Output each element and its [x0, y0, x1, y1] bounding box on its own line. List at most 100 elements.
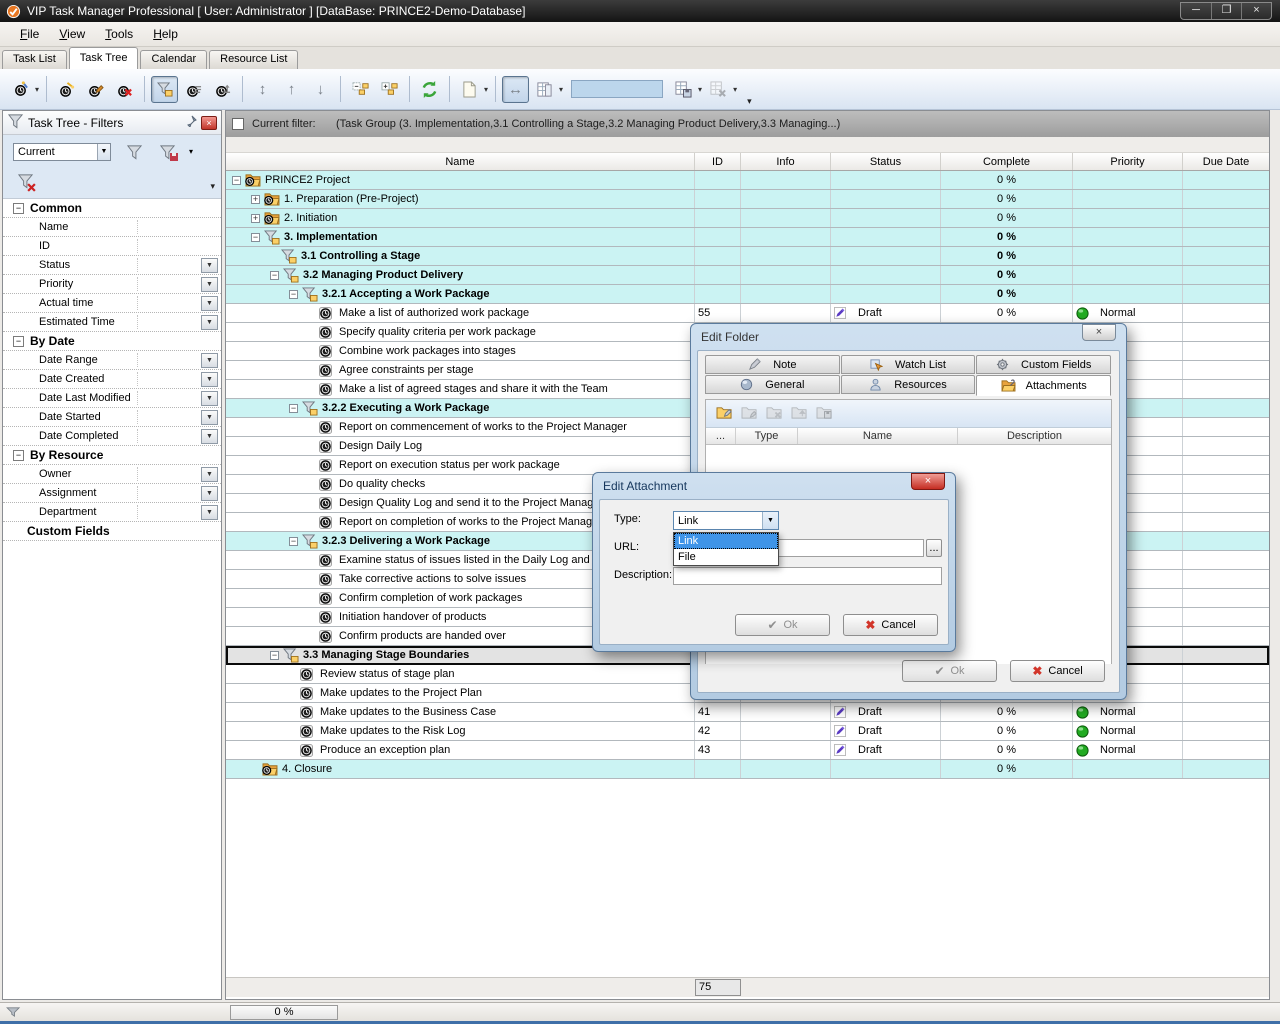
- edit-attachment-close-button[interactable]: ×: [911, 473, 945, 490]
- delete-task-button[interactable]: [111, 76, 138, 103]
- apply-filter-button[interactable]: [119, 138, 149, 166]
- column-header-priority[interactable]: Priority: [1073, 153, 1183, 170]
- dialog-tab-general[interactable]: General: [705, 375, 840, 394]
- filter-preset-combo[interactable]: Current ▼: [13, 143, 111, 161]
- task-notes-button[interactable]: [180, 76, 207, 103]
- collapse-expander[interactable]: −: [289, 290, 298, 299]
- chevron-down-icon[interactable]: ▼: [762, 512, 778, 529]
- chevron-down-icon[interactable]: ▼: [201, 353, 218, 368]
- export-button[interactable]: [456, 76, 483, 103]
- filter-section-custom-fields[interactable]: Custom Fields: [3, 522, 221, 541]
- expand-expander[interactable]: +: [251, 195, 260, 204]
- attachment-save-button[interactable]: [816, 405, 833, 423]
- edit-folder-cancel-button[interactable]: ✖ Cancel: [1010, 660, 1105, 682]
- expand-expander[interactable]: +: [251, 214, 260, 223]
- chevron-down-icon[interactable]: ▾: [698, 85, 702, 94]
- filter-section-by-resource[interactable]: −By Resource: [3, 446, 221, 465]
- edit-task-button[interactable]: [82, 76, 109, 103]
- attachment-column-0[interactable]: ...: [706, 428, 736, 444]
- chevron-down-icon[interactable]: ▼: [201, 315, 218, 330]
- filter-section-by-date[interactable]: −By Date: [3, 332, 221, 351]
- attachment-column-3[interactable]: Description: [958, 428, 1111, 444]
- attachment-add-button[interactable]: [716, 405, 733, 423]
- save-filter-button[interactable]: [153, 138, 183, 166]
- table-row[interactable]: Make updates to the Business Case 41 Dra…: [226, 703, 1269, 722]
- table-row[interactable]: −3.2.1 Accepting a Work Package 0 %: [226, 285, 1269, 304]
- dialog-tab-watch-list[interactable]: Watch List: [841, 355, 976, 374]
- collapse-expander[interactable]: −: [13, 336, 24, 347]
- tab-task-tree[interactable]: Task Tree: [69, 47, 139, 69]
- close-button[interactable]: ×: [1241, 3, 1271, 19]
- task-history-button[interactable]: [209, 76, 236, 103]
- filter-section-common[interactable]: −Common: [3, 199, 221, 218]
- collapse-expander[interactable]: −: [251, 233, 260, 242]
- chevron-down-icon[interactable]: ▼: [201, 467, 218, 482]
- tab-task-list[interactable]: Task List: [2, 50, 67, 69]
- chevron-down-icon[interactable]: ▼: [201, 391, 218, 406]
- filter-field-date-last-modified[interactable]: Date Last Modified ▼: [3, 389, 221, 408]
- chevron-down-icon[interactable]: ▼: [201, 296, 218, 311]
- collapse-expander[interactable]: −: [13, 450, 24, 461]
- filter-tasks-button[interactable]: [151, 76, 178, 103]
- chevron-down-icon[interactable]: ▾: [733, 85, 737, 94]
- filter-field-estimated-time[interactable]: Estimated Time ▼: [3, 313, 221, 332]
- filter-field-date-range[interactable]: Date Range ▼: [3, 351, 221, 370]
- edit-folder-close-button[interactable]: ×: [1082, 324, 1116, 341]
- chevron-down-icon[interactable]: ▼: [201, 486, 218, 501]
- filters-panel-close-button[interactable]: ×: [201, 116, 217, 130]
- dialog-tab-note[interactable]: Note: [705, 355, 840, 374]
- description-input[interactable]: [673, 567, 942, 585]
- move-down-button[interactable]: ↓: [307, 76, 334, 103]
- add-subtask-button[interactable]: [53, 76, 80, 103]
- column-header-id[interactable]: ID: [695, 153, 741, 170]
- type-combobox[interactable]: Link ▼: [673, 511, 779, 530]
- table-row[interactable]: −PRINCE2 Project 0 %: [226, 171, 1269, 190]
- table-row[interactable]: Produce an exception plan 43 Draft 0 % N…: [226, 741, 1269, 760]
- filter-field-date-started[interactable]: Date Started ▼: [3, 408, 221, 427]
- collapse-expander[interactable]: −: [289, 537, 298, 546]
- chevron-down-icon[interactable]: ▼: [201, 505, 218, 520]
- filter-field-status[interactable]: Status ▼: [3, 256, 221, 275]
- filter-field-owner[interactable]: Owner ▼: [3, 465, 221, 484]
- menu-file[interactable]: File: [10, 24, 49, 44]
- menu-view[interactable]: View: [49, 24, 95, 44]
- chevron-down-icon[interactable]: ▼: [201, 277, 218, 292]
- filters-toolbar-overflow-icon[interactable]: ▾: [210, 181, 215, 192]
- filter-field-id[interactable]: ID: [3, 237, 221, 256]
- chevron-down-icon[interactable]: ▼: [201, 372, 218, 387]
- collapse-expander[interactable]: −: [232, 176, 241, 185]
- collapse-expander[interactable]: −: [289, 404, 298, 413]
- dialog-tab-resources[interactable]: Resources: [841, 375, 976, 394]
- filter-field-assignment[interactable]: Assignment ▼: [3, 484, 221, 503]
- filter-field-name[interactable]: Name: [3, 218, 221, 237]
- edit-folder-ok-button[interactable]: ✔ Ok: [902, 660, 997, 682]
- chevron-down-icon[interactable]: ▼: [201, 410, 218, 425]
- collapse-expander[interactable]: −: [13, 203, 24, 214]
- chevron-down-icon[interactable]: ▼: [201, 258, 218, 273]
- column-header-complete[interactable]: Complete: [941, 153, 1073, 170]
- column-header-status[interactable]: Status: [831, 153, 941, 170]
- table-row[interactable]: 4. Closure 0 %: [226, 760, 1269, 779]
- restore-button[interactable]: ❐: [1211, 3, 1241, 19]
- filter-field-date-created[interactable]: Date Created ▼: [3, 370, 221, 389]
- chevron-down-icon[interactable]: ▾: [559, 85, 563, 94]
- current-filter-checkbox[interactable]: [232, 118, 244, 130]
- chevron-down-icon[interactable]: ▼: [97, 144, 110, 160]
- table-row[interactable]: Make updates to the Risk Log 42 Draft 0 …: [226, 722, 1269, 741]
- table-row[interactable]: −3.2 Managing Product Delivery 0 %: [226, 266, 1269, 285]
- new-task-button[interactable]: [7, 76, 34, 103]
- delete-layout-button[interactable]: [705, 76, 732, 103]
- save-layout-button[interactable]: [670, 76, 697, 103]
- layout-combo[interactable]: [571, 80, 663, 98]
- filter-field-date-completed[interactable]: Date Completed ▼: [3, 427, 221, 446]
- table-row[interactable]: +1. Preparation (Pre-Project) 0 %: [226, 190, 1269, 209]
- attachment-open-button[interactable]: [791, 405, 808, 423]
- browse-button[interactable]: ...: [926, 539, 942, 557]
- chevron-down-icon[interactable]: ▾: [189, 147, 193, 156]
- attachment-column-2[interactable]: Name: [798, 428, 958, 444]
- table-row[interactable]: +2. Initiation 0 %: [226, 209, 1269, 228]
- tab-calendar[interactable]: Calendar: [140, 50, 207, 69]
- collapse-expander[interactable]: −: [270, 271, 279, 280]
- chevron-down-icon[interactable]: ▾: [35, 85, 39, 94]
- clear-filter-button[interactable]: [11, 167, 41, 195]
